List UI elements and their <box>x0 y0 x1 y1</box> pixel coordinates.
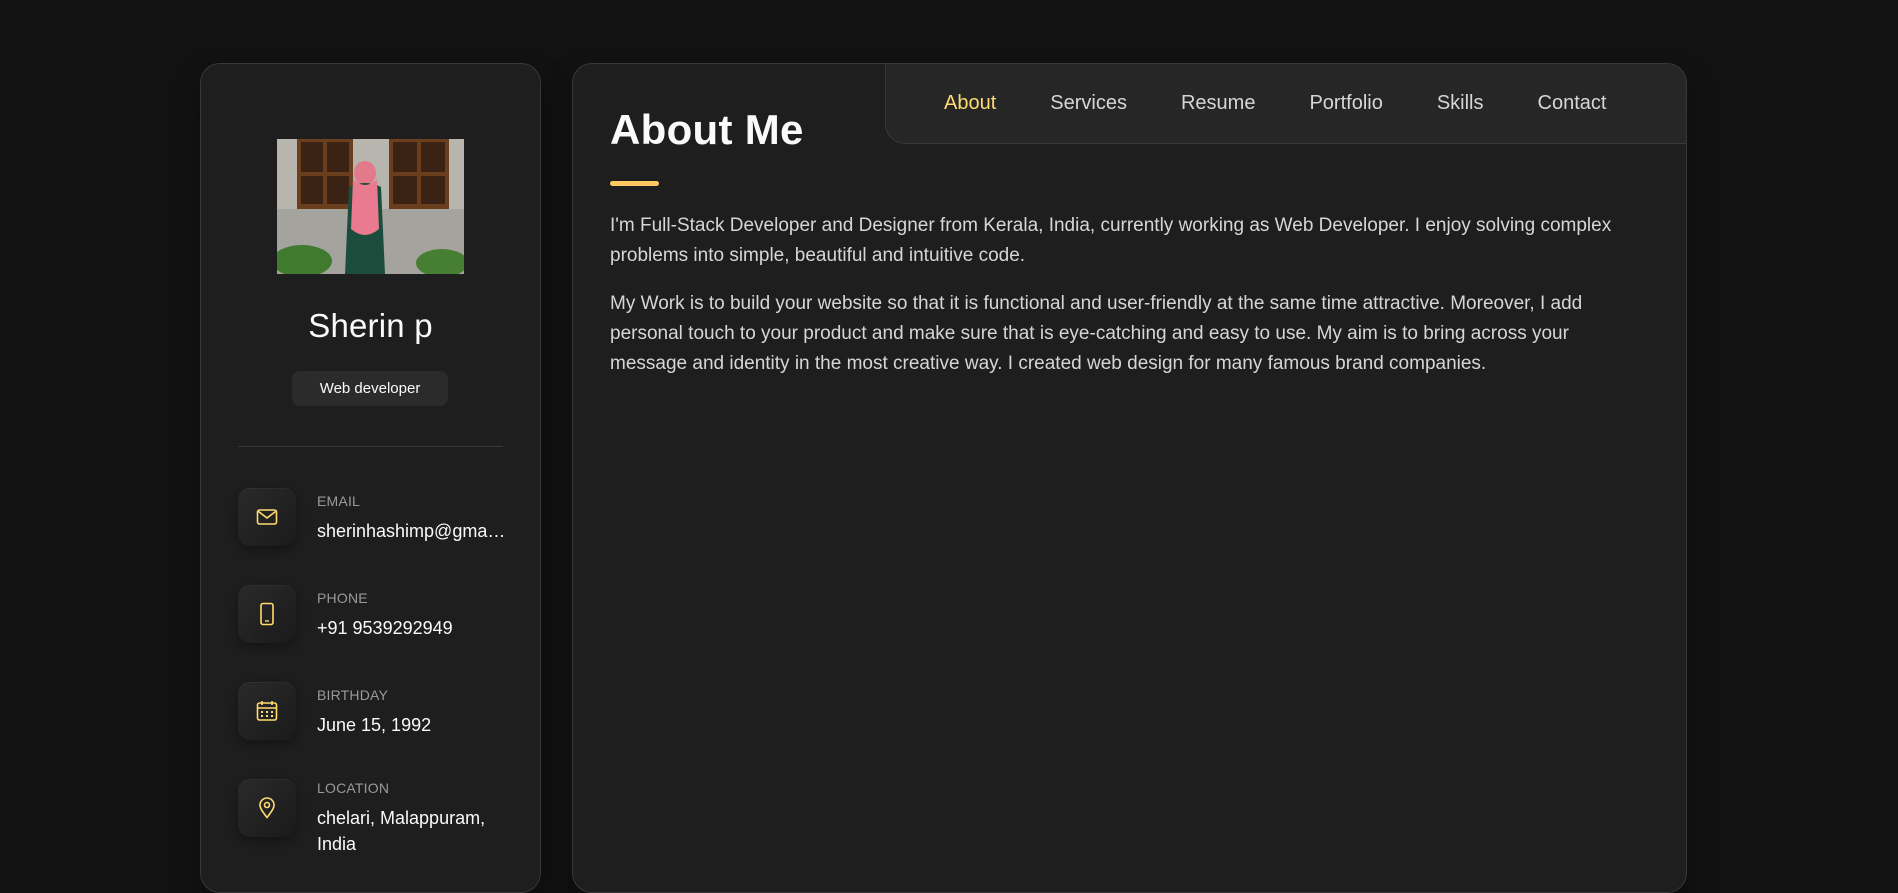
profile-photo <box>277 139 464 274</box>
about-paragraph: My Work is to build your website so that… <box>610 293 1583 374</box>
contact-title-email: Email <box>317 493 361 509</box>
sidebar-divider <box>238 446 503 447</box>
location-value: chelari, Malappuram, India <box>317 808 486 854</box>
location-pin-icon <box>238 779 296 837</box>
phone-icon <box>238 585 296 643</box>
mail-icon <box>238 488 296 546</box>
email-link[interactable]: sherinhashimp@gmail.com <box>317 518 507 544</box>
page-title: About Me <box>610 106 804 153</box>
about-text: I'm Full-Stack Developer and Designer fr… <box>610 211 1645 397</box>
birthday-value: June 15, 1992 <box>317 715 432 735</box>
nav-link-skills[interactable]: Skills <box>1437 92 1484 115</box>
navbar: About Services Resume Portfolio Skills C… <box>885 64 1686 144</box>
calendar-icon <box>238 682 296 740</box>
nav-link-portfolio[interactable]: Portfolio <box>1309 92 1382 115</box>
nav-link-services[interactable]: Services <box>1050 92 1127 115</box>
nav-link-about[interactable]: About <box>944 92 996 115</box>
phone-link[interactable]: +91 9539292949 <box>317 615 507 641</box>
contact-title-birthday: Birthday <box>317 687 389 703</box>
title-underline <box>610 181 659 186</box>
nav-link-resume[interactable]: Resume <box>1181 92 1255 115</box>
contact-title-location: Location <box>317 780 390 796</box>
nav-link-contact[interactable]: Contact <box>1538 92 1607 115</box>
avatar <box>277 139 464 274</box>
profile-name: Sherin p <box>308 307 433 344</box>
sidebar: Sherin p Web developer Email sherinhashi… <box>200 63 541 893</box>
role-badge: Web developer <box>292 371 448 406</box>
about-paragraph: I'm Full-Stack Developer and Designer fr… <box>610 215 1612 266</box>
contact-title-phone: Phone <box>317 590 368 606</box>
main-panel: About Services Resume Portfolio Skills C… <box>572 63 1687 893</box>
